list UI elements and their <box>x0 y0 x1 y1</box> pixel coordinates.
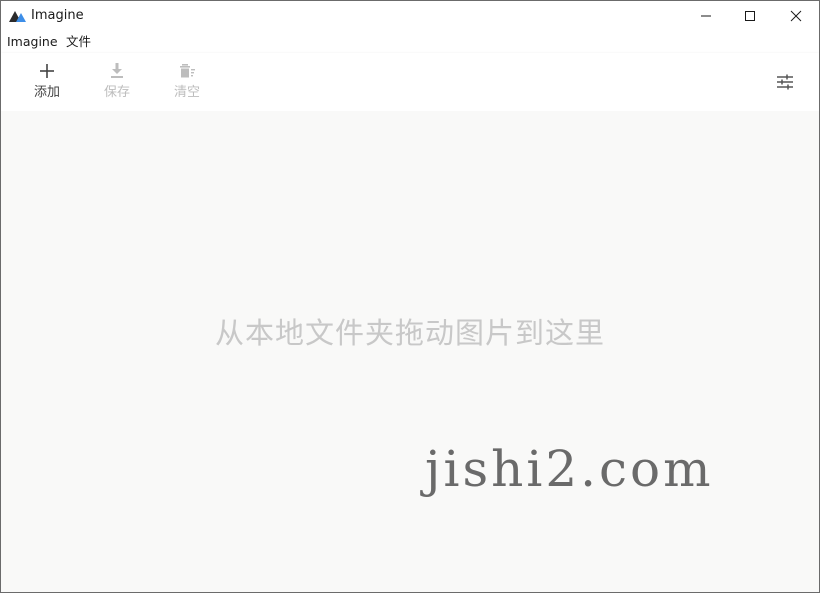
maximize-button[interactable] <box>727 1 773 31</box>
close-button[interactable] <box>773 1 819 31</box>
maximize-icon <box>745 11 755 21</box>
plus-icon <box>40 64 54 78</box>
trash-icon <box>180 64 195 78</box>
minimize-button[interactable] <box>683 1 729 31</box>
menu-item-file[interactable]: 文件 <box>66 34 91 50</box>
settings-button[interactable] <box>771 68 799 96</box>
close-icon <box>790 10 802 22</box>
add-button-label: 添加 <box>33 85 60 100</box>
clear-button-label: 清空 <box>173 85 200 100</box>
sliders-icon <box>777 74 793 90</box>
save-button[interactable]: 保存 <box>91 59 143 109</box>
window-title: Imagine <box>31 8 84 23</box>
download-icon <box>111 63 123 78</box>
save-button-label: 保存 <box>103 85 130 100</box>
menu-item-imagine[interactable]: Imagine <box>7 34 58 50</box>
mountain-icon <box>9 11 26 22</box>
drop-hint-text: 从本地文件夹拖动图片到这里 <box>214 316 605 350</box>
watermark-text: jishi2.com <box>425 440 714 498</box>
app-window: Imagine Imagine 文件 添加 保存 清空 从本地文件夹拖动图片到这… <box>0 0 820 593</box>
toolbar: 添加 保存 清空 <box>1 53 819 111</box>
menu-bar: Imagine 文件 <box>1 31 819 53</box>
drop-zone[interactable]: 从本地文件夹拖动图片到这里 jishi2.com <box>1 111 819 592</box>
minimize-icon <box>701 15 711 17</box>
add-button[interactable]: 添加 <box>21 59 73 109</box>
title-bar[interactable]: Imagine <box>1 1 819 31</box>
clear-button[interactable]: 清空 <box>161 59 213 109</box>
